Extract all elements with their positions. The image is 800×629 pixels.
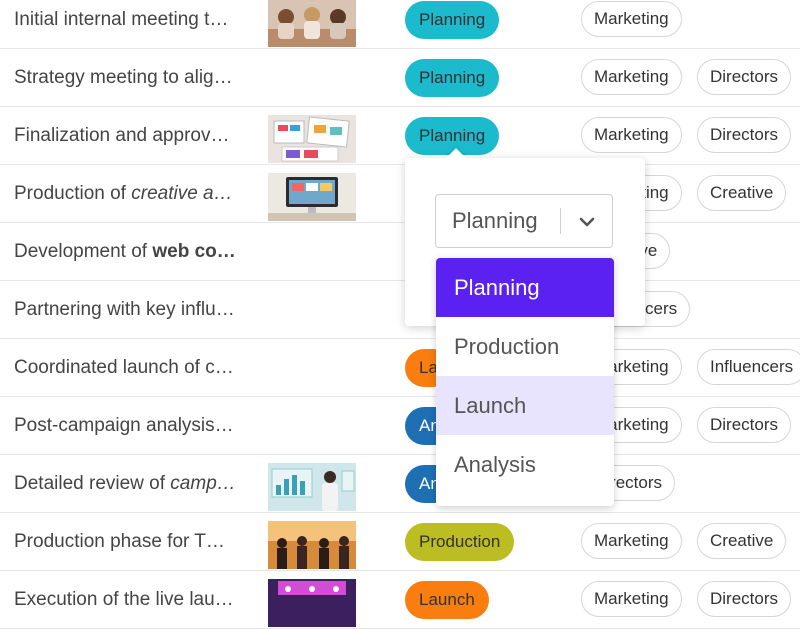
table-row[interactable]: Post-campaign analysis… An Marketing Dir… (0, 397, 800, 455)
table-row[interactable]: Partnering with key influ… Influencers (0, 281, 800, 339)
chevron-down-icon[interactable] (576, 211, 598, 238)
task-title[interactable]: Coordinated launch of c… (14, 339, 250, 396)
status-badge[interactable]: Production (405, 523, 515, 561)
status-options-menu: Planning Production Launch Analysis (436, 258, 614, 506)
tag-chip[interactable]: Creative (697, 523, 787, 559)
task-title[interactable]: Production phase for T… (14, 513, 250, 570)
table-row[interactable]: Production phase for T… Production Marke… (0, 513, 800, 571)
tag-chip[interactable]: Marketing (581, 581, 682, 617)
title-text: Production of (14, 183, 132, 204)
status-option-launch[interactable]: Launch (436, 376, 614, 435)
tag-chip[interactable]: Influencers (697, 349, 800, 385)
tag-chip[interactable]: Marketing (581, 117, 682, 153)
task-thumbnail[interactable] (268, 521, 356, 569)
task-thumbnail[interactable] (268, 463, 356, 511)
tag-chip[interactable]: Marketing (581, 523, 682, 559)
tag-chip[interactable]: Directors (697, 407, 792, 443)
status-select[interactable]: Planning (435, 194, 613, 248)
task-title[interactable]: Finalization and approv… (14, 107, 250, 164)
status-badge[interactable]: Planning (405, 59, 500, 97)
status-select-value: Planning (452, 208, 538, 233)
title-emphasis: creative a… (131, 183, 233, 204)
title-strong: web co… (152, 241, 236, 262)
tag-chip[interactable]: Directors (697, 117, 792, 153)
status-badge[interactable]: Planning (405, 1, 500, 39)
task-title[interactable]: Production of creative a… (14, 165, 250, 222)
status-option-analysis[interactable]: Analysis (436, 435, 614, 494)
title-text: Development of (14, 241, 153, 262)
status-option-planning[interactable]: Planning (436, 258, 614, 317)
task-title[interactable]: Development of web co… (14, 223, 250, 280)
task-title[interactable]: Initial internal meeting t… (14, 0, 250, 48)
table-row[interactable]: Detailed review of camp… An Directors (0, 455, 800, 513)
task-thumbnail[interactable] (268, 579, 356, 627)
status-option-production[interactable]: Production (436, 317, 614, 376)
task-thumbnail[interactable] (268, 0, 356, 47)
table-row[interactable]: Execution of the live lau… Launch Market… (0, 571, 800, 629)
tag-chip[interactable]: Marketing (581, 59, 682, 95)
status-badge[interactable]: Planning (405, 117, 500, 155)
table-row[interactable]: Finalization and approv… Planning Market… (0, 107, 800, 165)
task-thumbnail[interactable] (268, 173, 356, 221)
task-title[interactable]: Detailed review of camp… (14, 455, 250, 512)
tag-chip[interactable]: Marketing (581, 1, 682, 37)
select-separator (560, 208, 561, 234)
task-title[interactable]: Strategy meeting to alig… (14, 49, 250, 106)
status-badge[interactable]: Launch (405, 581, 489, 619)
task-title[interactable]: Partnering with key influ… (14, 281, 250, 338)
table-row[interactable]: Development of web co… Creative (0, 223, 800, 281)
title-emphasis: camp… (170, 473, 236, 494)
task-thumbnail[interactable] (268, 115, 356, 163)
tag-chip[interactable]: Directors (697, 59, 792, 95)
table-row[interactable]: Strategy meeting to alig… Planning Marke… (0, 49, 800, 107)
title-text: Detailed review of (14, 473, 171, 494)
tag-chip[interactable]: Directors (697, 581, 792, 617)
task-title[interactable]: Post-campaign analysis… (14, 397, 250, 454)
table-row[interactable]: Coordinated launch of c… La Marketing In… (0, 339, 800, 397)
table-row[interactable]: Production of creative a… Marketing Crea… (0, 165, 800, 223)
table-row[interactable]: Initial internal meeting t… Planning Mar… (0, 0, 800, 49)
tag-chip[interactable]: Creative (697, 175, 787, 211)
